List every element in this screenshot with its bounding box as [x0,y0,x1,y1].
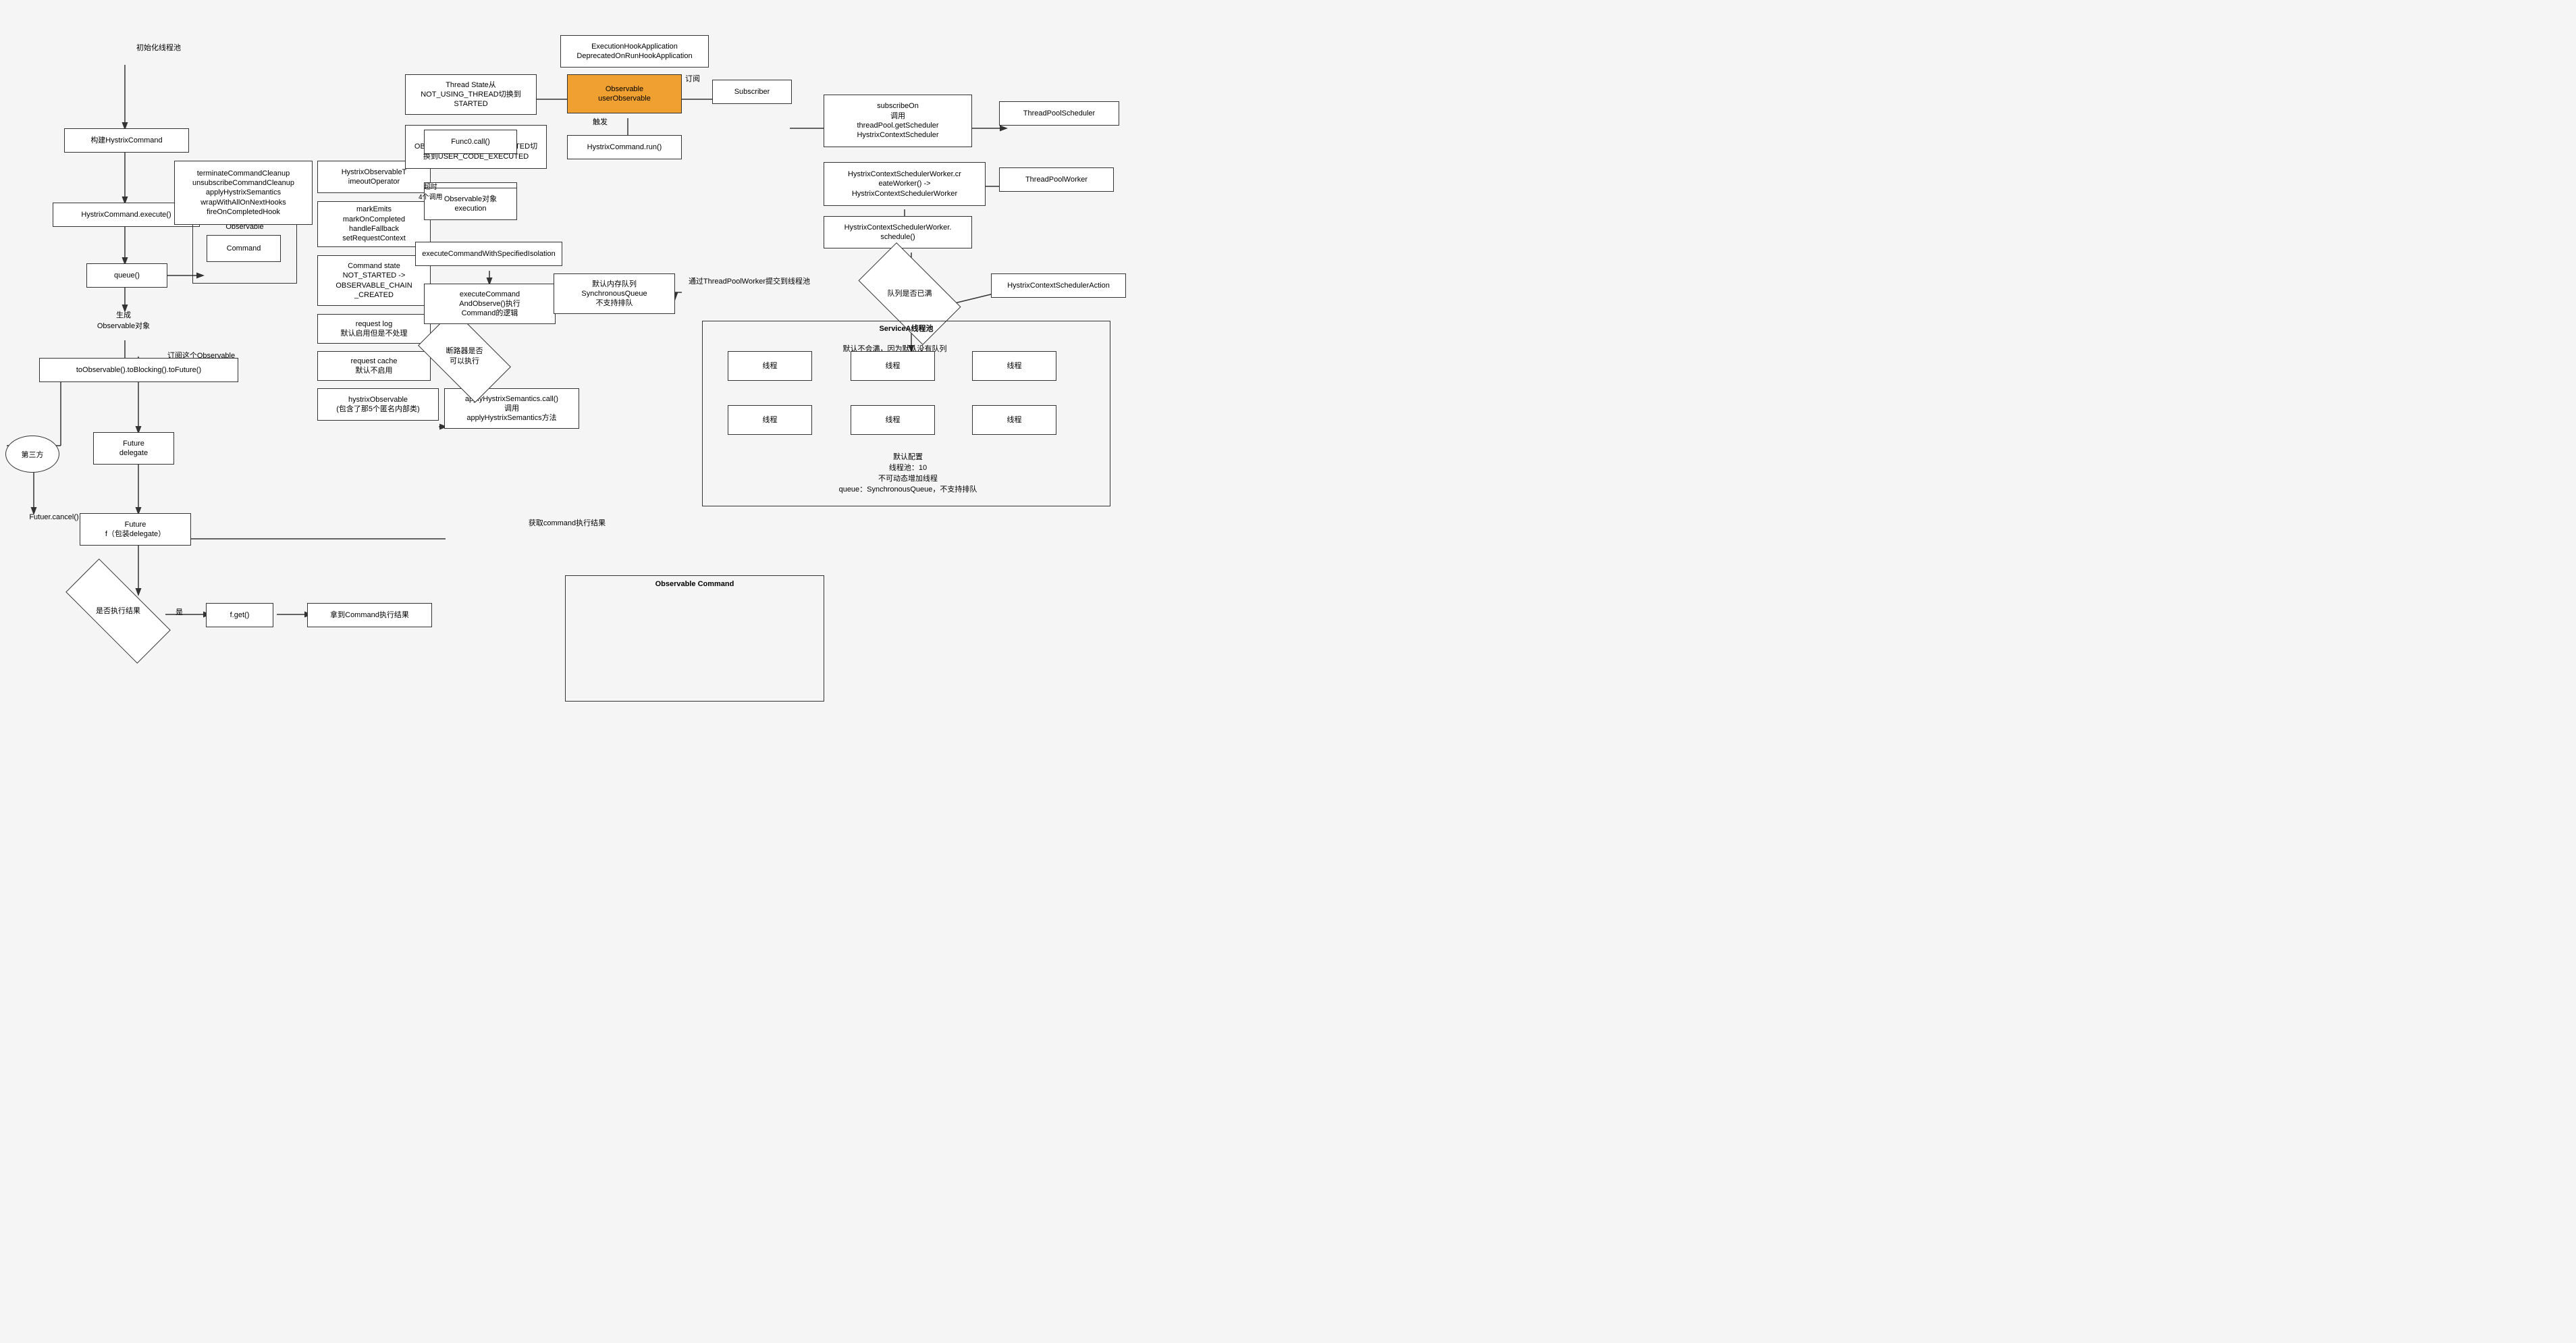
future-f-box: Futuref（包装delegate） [80,513,191,546]
via-threadpool-label: 通过ThreadPoolWorker提交到线程池 [678,275,820,286]
default-mem-queue-box: 默认内存队列SynchronousQueue不支持排队 [554,273,675,314]
execute-isolation-box: executeCommandWithSpecifiedIsolation [415,242,562,266]
terminate-cleanup-box: terminateCommandCleanupunsubscribeComman… [174,161,313,225]
f-get-box: f.get() [206,603,273,627]
command-inner-box: Command [207,235,281,262]
construct-hystrix-box: 构建HystrixCommand [64,128,189,153]
queue-full-diamond: 队列是否已满 [864,267,955,321]
hystrix-observable-box: hystrixObservable(包含了那5个匿名内部类) [317,388,439,421]
third-party-circle: 第三方 [5,436,59,473]
diagram-container: 初始化线程池 构建HystrixCommand HystrixCommand.e… [0,0,2576,1343]
hystrix-context-worker-box: HystrixContextSchedulerWorker.createWork… [824,162,986,206]
timeout-label: 超时4个调用 [419,181,443,201]
thread5-box: 线程 [851,405,935,435]
subscribe-on-box: subscribeOn调用threadPool.getSchedulerHyst… [824,95,972,147]
observable-user-box: ObservableuserObservable [567,74,682,113]
hystrix-scheduler-action-box: HystrixContextSchedulerAction [991,273,1126,298]
generate-observable-label: 生成Observable对象 [80,309,167,331]
is-label: 是 [176,606,183,617]
thread2-box: 线程 [851,351,935,381]
threadpool-worker-box: ThreadPoolWorker [999,167,1114,192]
trigger-label: 触发 [593,116,608,127]
request-cache-box: request cache默认不启用 [317,351,431,381]
thread-state-box: Thread State从NOT_USING_THREAD切换到STARTED [405,74,537,115]
default-config-label: 默认配置线程池：10不可动态增加线程queue：SynchronousQueue… [719,451,1097,494]
execution-hook-box: ExecutionHookApplicationDeprecatedOnRunH… [560,35,709,68]
subscriber-box: Subscriber [712,80,792,104]
future-delegate-box: Futuredelegate [93,432,174,465]
request-log-box: request log默认启用但是不处理 [317,314,431,344]
thread1-box: 线程 [728,351,812,381]
is-done-diamond: 是否执行结果 [68,587,169,635]
cmd-state-created-box: Command stateNOT_STARTED ->OBSERVABLE_CH… [317,255,431,306]
threadpool-scheduler-box: ThreadPoolScheduler [999,101,1119,126]
queue-box: queue() [86,263,167,288]
get-result-box: 拿到Command执行结果 [307,603,432,627]
func0-call2-box: Func0.call() [424,130,517,154]
observable-command-outer-box: Observable Command [565,575,824,702]
get-result2-label: 获取command执行结果 [439,517,695,528]
thread3-box: 线程 [972,351,1056,381]
observable-outer-box: Observable Command [192,219,297,284]
observable-command-label: Observable Command [566,576,824,588]
circuit-ok-diamond: 断路器是否可以执行 [424,331,505,381]
apply-hystrix-box: applyHystrixSemantics.call()调用applyHystr… [444,388,579,429]
hystrix-run-box: HystrixCommand.run() [567,135,682,159]
init-thread-pool-label: 初始化线程池 [105,42,213,53]
mark-emits-box: markEmitsmarkOnCompletedhandleFallbackse… [317,201,431,247]
service-a-pool-title: ServiceA线程池 [703,323,1110,334]
thread6-box: 线程 [972,405,1056,435]
subscribe-label: 订阅 [685,73,700,84]
execute-cmd-observe-box: executeCommandAndObserve()执行Command的逻辑 [424,284,556,324]
to-observable-box: toObservable().toBlocking().toFuture() [39,358,238,382]
thread4-box: 线程 [728,405,812,435]
